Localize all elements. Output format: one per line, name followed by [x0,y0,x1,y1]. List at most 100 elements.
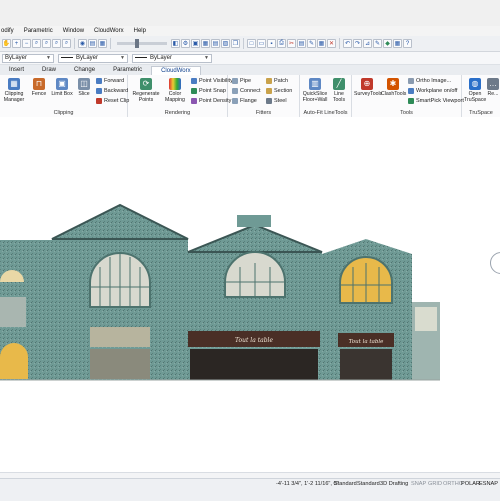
paste-icon[interactable]: ▤ [297,39,306,48]
layers-icon[interactable]: ◆ [383,39,392,48]
zoom-all-icon[interactable]: ⌕ [62,39,71,48]
tools-group-label: Tools [400,110,413,116]
reset-clip-button[interactable]: Reset Clip [96,98,129,104]
point-snap-button[interactable]: Point Snap [191,88,226,94]
new-icon[interactable]: □ [247,39,256,48]
tab-draw[interactable]: Draw [33,66,65,75]
storefront-sign-right: Tout la table [349,339,385,345]
open-truspace-button[interactable]: ◍ Open TruSpace [464,78,486,103]
cut-icon[interactable]: ✂ [287,39,296,48]
pipe-button[interactable]: Pipe [232,78,251,84]
smartpick-button[interactable]: SmartPick Viewport [408,98,464,104]
tab-parametric[interactable]: Parametric [104,66,151,75]
grid-icon[interactable]: ▦ [201,39,210,48]
point-density-button[interactable]: Point Density [191,98,231,104]
status-snap[interactable]: SNAP [411,481,426,487]
menu-help[interactable]: Help [133,28,147,34]
layer-icon[interactable]: ▤ [88,39,97,48]
regenerate-points-button[interactable]: ⟳ Regenerate Points [132,78,160,103]
properties-bar: ByLayer ▼ ByLayer ▼ ByLayer ▼ [0,52,500,65]
surveytools-button[interactable]: ⊕ SurveyTools [354,78,382,97]
block-icon[interactable]: ▦ [317,39,326,48]
status-dim-style[interactable]: Standard [357,481,380,487]
right-building: Tout la table [322,239,440,380]
slider-track[interactable] [117,39,167,48]
open-icon[interactable]: ▭ [257,39,266,48]
menu-cloudworx[interactable]: CloudWorx [93,28,125,34]
menu-modify[interactable]: odify [0,28,15,34]
slice-button[interactable]: ◫ Slice [73,78,95,97]
chevron-down-icon: ▼ [46,55,51,61]
forward-button[interactable]: Forward [96,78,124,84]
tab-cloudworx[interactable]: CloudWorx [151,66,201,75]
linetype-dropdown[interactable]: ByLayer ▼ [58,53,128,63]
central-hall [51,203,189,380]
lineweight-dropdown[interactable]: ByLayer ▼ [132,53,212,63]
flange-button[interactable]: Flange [232,98,257,104]
tab-change[interactable]: Change [65,66,104,75]
truspace-more-button[interactable]: … Re... [486,78,500,97]
limit-box-button[interactable]: ▣ Limit Box [51,78,73,97]
storefront-sign-left: Tout la table [235,337,273,344]
section-button[interactable]: Section [266,88,292,94]
status-esnap[interactable]: ESNAP [479,481,498,487]
connect-icon [232,88,238,94]
point-visibility-button[interactable]: Point Visibility [191,78,233,84]
backward-button[interactable]: Backward [96,88,128,94]
divider [110,38,111,49]
menu-window[interactable]: Window [62,28,85,34]
box-icon[interactable]: ▣ [191,39,200,48]
globe-icon: ◍ [469,78,481,90]
zoom-window-icon[interactable]: ⌕ [32,39,41,48]
slider-handle[interactable] [135,39,139,48]
status-text-style[interactable]: Standard [334,481,357,487]
layer-dropdown[interactable]: ByLayer ▼ [2,53,54,63]
fence-button[interactable]: ⊓ Fence [28,78,50,97]
calc-icon[interactable]: ▦ [393,39,402,48]
truspace-group-label: TruSpace [469,110,493,116]
smartpick-icon [408,98,414,104]
status-grid[interactable]: GRID [428,481,442,487]
draw-icon[interactable]: ✎ [373,39,382,48]
ortho-image-button[interactable]: Ortho Image... [408,78,451,84]
delete-icon[interactable]: ✕ [327,39,336,48]
view-icon[interactable]: ◉ [78,39,87,48]
copy-icon[interactable]: ❐ [231,39,240,48]
image-icon[interactable]: ▨ [221,39,230,48]
color-mapping-button[interactable]: Color Mapping [162,78,188,103]
status-workspace[interactable]: 3D Drafting [380,481,408,487]
cube-icon[interactable]: ◧ [171,39,180,48]
menu-parametric[interactable]: Parametric [23,28,54,34]
line-tools-button[interactable]: ╱ Line Tools [328,78,350,103]
properties-icon[interactable]: ▦ [98,39,107,48]
match-icon[interactable]: ✎ [307,39,316,48]
line-tools-icon: ╱ [333,78,345,90]
zoom-out-icon[interactable]: − [22,39,31,48]
zoom-extents-icon[interactable]: ⌕ [42,39,51,48]
quickslice-button[interactable]: ▥ QuickSlice Floor+Wall [302,78,328,103]
clashtools-button[interactable]: ✱ ClashTools [381,78,406,97]
patch-button[interactable]: Patch [266,78,288,84]
gear-icon[interactable]: ⚙ [181,39,190,48]
snap-icon [191,88,197,94]
workplane-button[interactable]: Workplane on/off [408,88,457,94]
zoom-previous-icon[interactable]: ⌕ [52,39,61,48]
clipping-manager-button[interactable]: ▦ Clipping Manager [3,78,25,103]
connect-button[interactable]: Connect [232,88,261,94]
drawing-viewport[interactable]: Tout la table Tout la table [0,117,500,472]
tab-insert[interactable]: Insert [0,66,33,75]
print-icon[interactable]: ⎙ [277,39,286,48]
rendering-group-label: Rendering [164,110,191,116]
clipping-group: ▦ Clipping Manager ⊓ Fence ▣ Limit Box ◫ Sli… [0,75,129,117]
measure-icon[interactable]: ⊿ [363,39,372,48]
redo-icon[interactable]: ↷ [353,39,362,48]
undo-icon[interactable]: ↶ [343,39,352,48]
zoom-in-icon[interactable]: + [12,39,21,48]
table-icon[interactable]: ▤ [211,39,220,48]
fitters-group: Pipe Connect Flange Patch Section Steel … [228,75,300,117]
pan-icon[interactable]: ✋ [2,39,11,48]
save-icon[interactable]: ▪ [267,39,276,48]
status-polar[interactable]: POLAR [461,481,480,487]
steel-button[interactable]: Steel [266,98,287,104]
help-icon[interactable]: ? [403,39,412,48]
